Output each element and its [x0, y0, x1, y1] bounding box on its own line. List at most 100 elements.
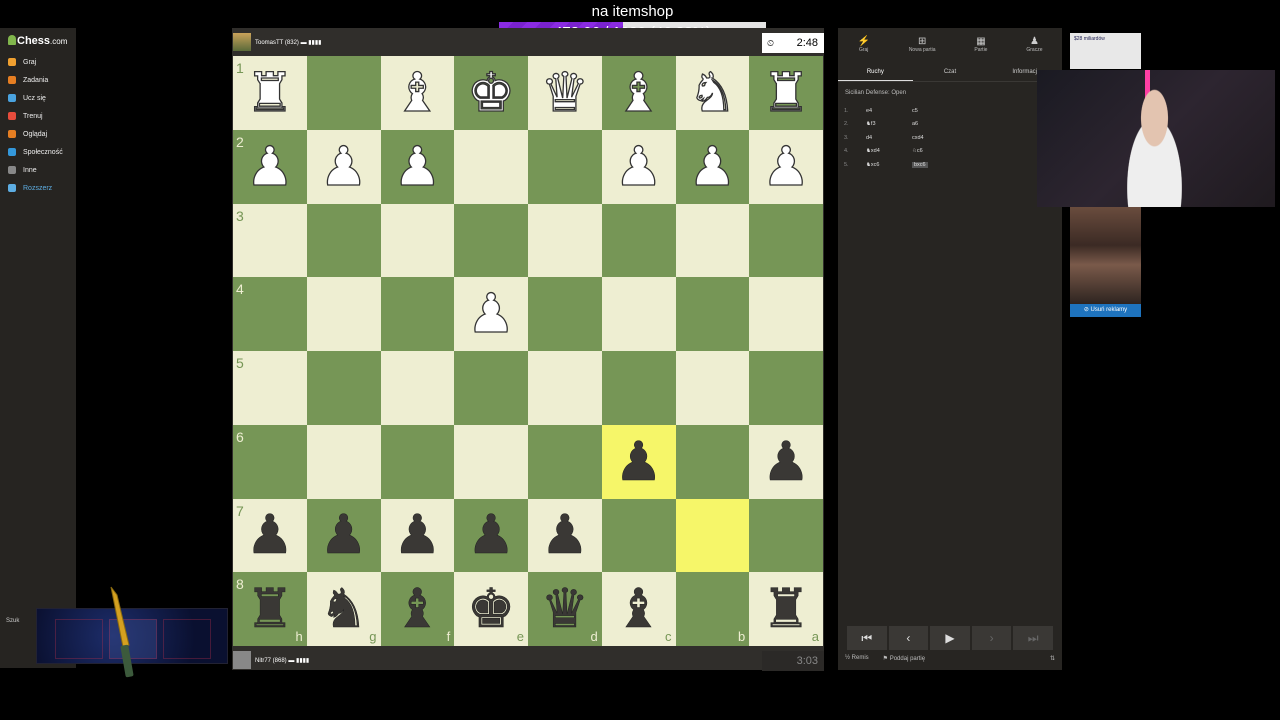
- white-pawn-icon[interactable]: ♟: [466, 286, 516, 341]
- board-square[interactable]: ♟: [306, 498, 381, 573]
- board-square[interactable]: 8 h ♜: [233, 572, 307, 646]
- board-square[interactable]: [601, 277, 676, 351]
- board-square[interactable]: d ♛: [528, 572, 602, 646]
- sidebar-item[interactable]: Trenuj: [8, 112, 43, 120]
- white-move[interactable]: ♞xc6: [866, 162, 912, 168]
- chess-logo[interactable]: Chess.com: [8, 35, 67, 47]
- board-square[interactable]: ♟: [749, 424, 823, 499]
- sidebar-item[interactable]: Graj: [8, 58, 36, 66]
- black-pawn-icon[interactable]: ♟: [393, 508, 442, 563]
- board-square[interactable]: [675, 351, 750, 425]
- board-square[interactable]: 5: [233, 351, 307, 425]
- board-square[interactable]: ♟: [528, 498, 602, 573]
- board-square[interactable]: ♟: [454, 277, 528, 351]
- white-pawn-icon[interactable]: ♟: [319, 138, 369, 193]
- black-pawn-icon[interactable]: ♟: [467, 508, 516, 563]
- remove-ads-button[interactable]: ⊘ Usuń reklamy: [1070, 304, 1141, 317]
- board-square[interactable]: ♛: [528, 56, 602, 130]
- sidebar-item[interactable]: Społeczność: [8, 148, 63, 156]
- board-square[interactable]: [528, 424, 602, 499]
- top-button[interactable]: ♟ Gracze: [1026, 28, 1042, 60]
- board-square[interactable]: [306, 424, 381, 499]
- board-square[interactable]: [528, 277, 602, 351]
- board-square[interactable]: [601, 498, 676, 573]
- board-square[interactable]: ♜: [749, 56, 823, 130]
- board-square[interactable]: [601, 351, 676, 425]
- sidebar-search[interactable]: Szuk: [6, 618, 19, 624]
- board-square[interactable]: ♟: [601, 424, 676, 499]
- draw-button[interactable]: ½ Remis: [845, 655, 869, 662]
- board-square[interactable]: [454, 203, 528, 278]
- board-square[interactable]: ♟: [380, 498, 455, 573]
- ad-image[interactable]: [1070, 206, 1141, 304]
- white-rook-icon[interactable]: ♜: [761, 65, 811, 120]
- board-square[interactable]: [749, 277, 823, 351]
- bottom-player-name[interactable]: Nitr77 (868) ▬ ▮▮▮▮: [255, 657, 309, 664]
- board-square[interactable]: ♝: [380, 56, 455, 130]
- board-square[interactable]: [306, 56, 381, 130]
- sidebar-item[interactable]: Inne: [8, 166, 37, 174]
- board-square[interactable]: [454, 129, 528, 204]
- board-square[interactable]: [528, 203, 602, 278]
- board-square[interactable]: a ♜: [749, 572, 823, 646]
- board-square[interactable]: [675, 277, 750, 351]
- top-button[interactable]: ⚡ Graj: [857, 28, 869, 60]
- white-pawn-icon[interactable]: ♟: [688, 138, 738, 193]
- board-square[interactable]: [454, 424, 528, 499]
- board-square[interactable]: ♟: [454, 498, 528, 573]
- top-button[interactable]: ⊞ Nowa partia: [909, 28, 936, 60]
- board-square[interactable]: [528, 129, 602, 204]
- resign-button[interactable]: ⚑ Poddaj partię: [883, 655, 925, 662]
- white-queen-icon[interactable]: ♛: [540, 65, 590, 120]
- white-move[interactable]: e4: [866, 108, 912, 114]
- board-square[interactable]: [380, 424, 455, 499]
- board-square[interactable]: f ♝: [380, 572, 455, 646]
- board-square[interactable]: ♚: [454, 56, 528, 130]
- black-bishop-icon[interactable]: ♝: [614, 581, 663, 636]
- top-player-name[interactable]: ToomasTT (832) ▬ ▮▮▮▮: [255, 39, 321, 46]
- black-rook-icon[interactable]: ♜: [762, 581, 811, 636]
- white-knight-icon[interactable]: ♞: [688, 65, 738, 120]
- board-square[interactable]: [306, 277, 381, 351]
- black-move[interactable]: a6: [912, 121, 918, 127]
- sidebar-item[interactable]: Oglądaj: [8, 130, 47, 138]
- board-square[interactable]: 7 ♟: [233, 498, 307, 573]
- black-pawn-icon[interactable]: ♟: [614, 434, 663, 489]
- avatar[interactable]: [233, 33, 251, 51]
- board-square[interactable]: [675, 203, 750, 278]
- black-knight-icon[interactable]: ♞: [319, 581, 368, 636]
- white-pawn-icon[interactable]: ♟: [761, 138, 811, 193]
- board-square[interactable]: e ♚: [454, 572, 528, 646]
- board-square[interactable]: [380, 203, 455, 278]
- white-bishop-icon[interactable]: ♝: [614, 65, 664, 120]
- first-move-button[interactable]: ⏮: [847, 626, 887, 650]
- board-square[interactable]: 1 ♜: [233, 56, 307, 130]
- board-square[interactable]: [601, 203, 676, 278]
- black-move[interactable]: ♘c6: [912, 148, 923, 154]
- white-move[interactable]: d4: [866, 135, 912, 141]
- prev-move-button[interactable]: ‹: [888, 626, 929, 650]
- board-square[interactable]: ♞: [675, 56, 750, 130]
- board-square[interactable]: ♟: [749, 129, 823, 204]
- black-pawn-icon[interactable]: ♟: [762, 434, 811, 489]
- black-move[interactable]: c5: [912, 108, 918, 114]
- board-square[interactable]: 3: [233, 203, 307, 278]
- board-square[interactable]: [528, 351, 602, 425]
- board-square[interactable]: [749, 351, 823, 425]
- board-square[interactable]: c ♝: [601, 572, 676, 646]
- sidebar-item[interactable]: Zadania: [8, 76, 48, 84]
- board-square[interactable]: 2 ♟: [233, 129, 307, 204]
- opening-name[interactable]: Sicilian Defense: Open: [845, 90, 906, 96]
- board-square[interactable]: [749, 498, 823, 573]
- last-move-button[interactable]: ⏭: [1013, 626, 1053, 650]
- board-square[interactable]: [380, 277, 455, 351]
- white-rook-icon[interactable]: ♜: [245, 65, 295, 120]
- board-square[interactable]: ♟: [306, 129, 381, 204]
- white-pawn-icon[interactable]: ♟: [245, 138, 295, 193]
- next-move-button[interactable]: ›: [971, 626, 1012, 650]
- sidebar-item[interactable]: Ucz się: [8, 94, 46, 102]
- board-square[interactable]: ♟: [601, 129, 676, 204]
- black-rook-icon[interactable]: ♜: [245, 581, 294, 636]
- board-square[interactable]: ♟: [675, 129, 750, 204]
- black-move[interactable]: cxd4: [912, 135, 924, 141]
